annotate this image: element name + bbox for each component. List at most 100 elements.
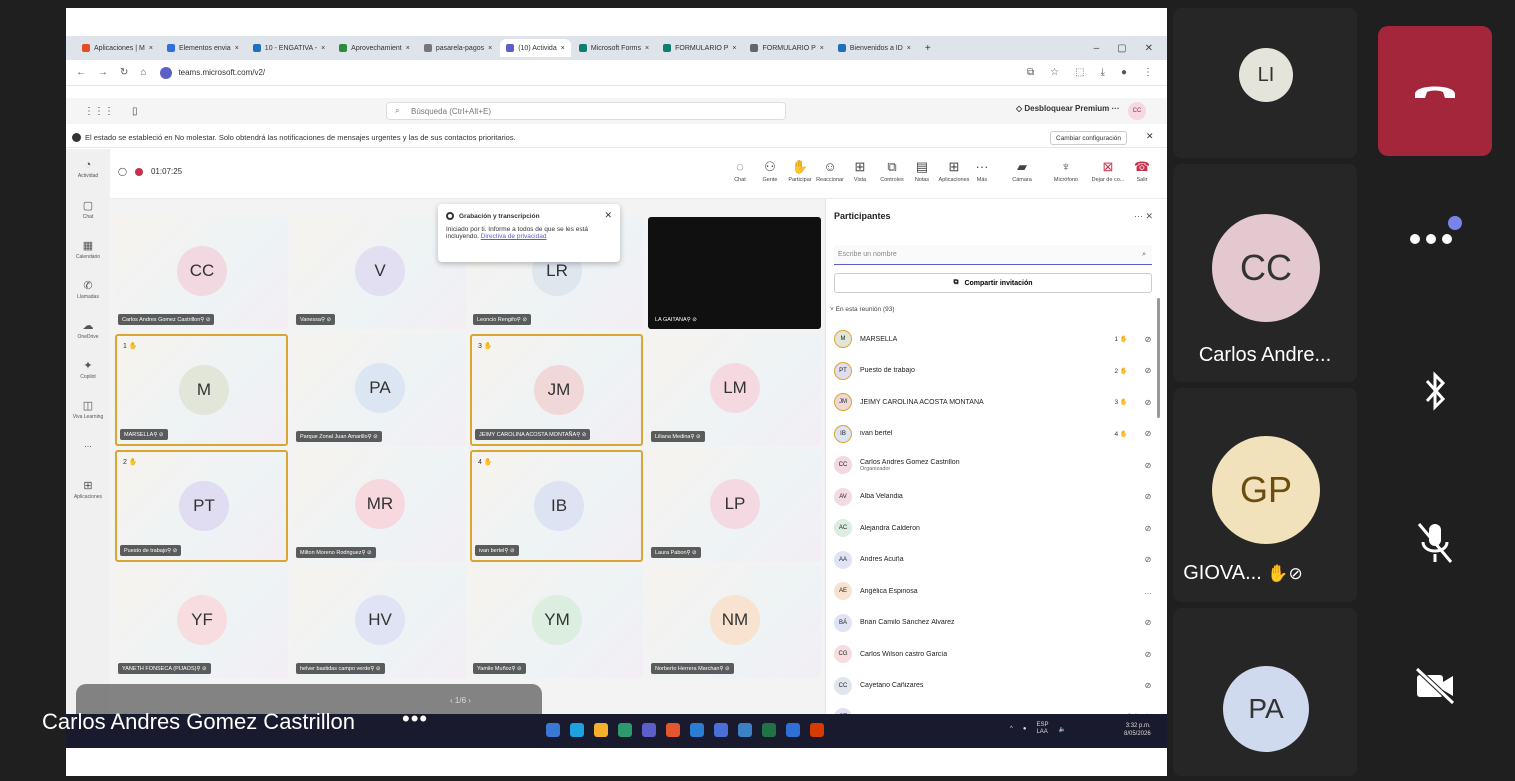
download-icon[interactable]: ⤓ bbox=[1101, 67, 1105, 78]
teams-search-input[interactable]: ⌕ Búsqueda (Ctrl+Alt+E) bbox=[386, 102, 786, 120]
change-settings-button[interactable]: Cambiar configuración bbox=[1050, 131, 1128, 145]
rail-item-chat[interactable]: ▢ Chat bbox=[66, 189, 110, 229]
url-field[interactable]: teams.microsoft.com/v2/ bbox=[160, 66, 265, 79]
excel-icon[interactable] bbox=[762, 723, 776, 737]
close-icon[interactable]: × bbox=[406, 45, 410, 52]
ellipsis-icon[interactable]: ••• bbox=[402, 706, 428, 732]
share-invite-button[interactable]: ⧉ Compartir invitación bbox=[834, 273, 1152, 293]
leave-button[interactable]: ☎ Salir bbox=[1122, 159, 1162, 183]
video-tile[interactable]: MR Milton Moreno Rodriguez ⚲ ⊘ bbox=[293, 450, 466, 562]
mute-button[interactable] bbox=[1378, 478, 1492, 608]
page-indicator[interactable]: ‹ 1/6 › bbox=[450, 696, 471, 705]
close-icon[interactable]: × bbox=[820, 45, 824, 52]
participant-row[interactable]: CC Carlos Andres Gomez Castrillon Organiza… bbox=[834, 450, 1156, 480]
participant-row[interactable]: JM JEIMY CAROLINA ACOSTA MONTAÑA 3 ✋ ⊘ bbox=[834, 387, 1156, 417]
taskbar-app-icon[interactable] bbox=[738, 723, 752, 737]
video-tile[interactable]: PT 2 ✋ Puesto de trabajo ⚲ ⊘ bbox=[115, 450, 288, 562]
home-icon[interactable]: ⌂ bbox=[140, 67, 146, 78]
premium-button[interactable]: ◇ Desbloquear Premium ··· bbox=[1016, 104, 1120, 113]
privacy-link[interactable]: Directiva de privacidad bbox=[481, 233, 547, 240]
participant-search-input[interactable]: Escribe un nombre ⌕ bbox=[834, 245, 1152, 265]
browser-tab[interactable]: pasarela-pagos × bbox=[418, 39, 498, 57]
camera-button[interactable]: ▰ Cámara bbox=[1002, 159, 1042, 183]
video-tile[interactable]: IB 4 ✋ ivan bertel ⚲ ⊘ bbox=[470, 450, 643, 562]
video-tile[interactable]: LP Laura Pabon ⚲ ⊘ bbox=[648, 450, 821, 562]
video-tile[interactable]: NM Norberto Herrera Marchan ⚲ ⊘ bbox=[648, 566, 821, 678]
maximize-icon[interactable]: ▢ bbox=[1117, 43, 1126, 54]
participant-row[interactable]: AA Andres Acuña ⊘ bbox=[834, 545, 1156, 575]
browser-tab[interactable]: 10 - ENGATIVA - × bbox=[247, 39, 331, 57]
close-icon[interactable]: × bbox=[907, 45, 911, 52]
browser-tab[interactable]: FORMULARIO P × bbox=[744, 39, 829, 57]
close-window-icon[interactable]: ✕ bbox=[1145, 43, 1153, 54]
close-icon[interactable]: × bbox=[321, 45, 325, 52]
rail-item-apps[interactable]: ⊞ Aplicaciones bbox=[66, 469, 110, 509]
kebab-icon[interactable]: ⋮ bbox=[1143, 67, 1153, 78]
video-tile[interactable]: PA Parque Zonal Juan Amarillo ⚲ ⊘ bbox=[293, 334, 466, 446]
pdf-icon[interactable] bbox=[810, 723, 824, 737]
taskbar-app-icon[interactable] bbox=[570, 723, 584, 737]
end-call-button[interactable] bbox=[1378, 26, 1492, 156]
taskbar-app-icon[interactable] bbox=[618, 723, 632, 737]
browser-tab-active[interactable]: (10) Activida × bbox=[500, 39, 571, 57]
video-tile[interactable]: YF YANETH FONSECA (PIJAOS) ⚲ ⊘ bbox=[115, 566, 288, 678]
taskbar-app-icon[interactable] bbox=[546, 723, 560, 737]
rail-item-viva-learning[interactable]: ◫ Viva Learning bbox=[66, 389, 110, 429]
close-icon[interactable]: × bbox=[488, 45, 492, 52]
sidebar-toggle-icon[interactable]: ▯ bbox=[132, 106, 138, 117]
reload-icon[interactable]: ↻ bbox=[120, 67, 128, 78]
close-icon[interactable]: × bbox=[561, 45, 565, 52]
participant-row[interactable]: BÁ Brian Camilo Sánchez Álvarez ⊘ bbox=[834, 608, 1156, 638]
chrome-icon[interactable] bbox=[666, 723, 680, 737]
close-icon[interactable]: ✕ bbox=[604, 210, 612, 221]
forward-icon[interactable]: → bbox=[98, 67, 108, 78]
participant-row[interactable]: AC Alejandra Calderon ⊘ bbox=[834, 513, 1156, 543]
video-tile[interactable]: M 1 ✋ MARSELLA ⚲ ⊘ bbox=[115, 334, 288, 446]
new-tab-icon[interactable]: + bbox=[925, 43, 931, 54]
rail-item-onedrive[interactable]: ☁ OneDrive bbox=[66, 309, 110, 349]
ellipsis-icon[interactable]: ... bbox=[1140, 587, 1156, 596]
close-icon[interactable]: × bbox=[732, 45, 736, 52]
close-icon[interactable]: ··· ✕ bbox=[1134, 211, 1153, 222]
bluetooth-button[interactable] bbox=[1378, 326, 1492, 456]
video-tile[interactable]: LM Liliana Medina ⚲ ⊘ bbox=[648, 334, 821, 446]
video-tile[interactable]: YM Yamile Muñoz ⚲ ⊘ bbox=[470, 566, 643, 678]
folder-icon[interactable] bbox=[594, 723, 608, 737]
gallery-tile[interactable]: CC Carlos Andre... bbox=[1173, 164, 1357, 382]
more-options-button[interactable] bbox=[1378, 168, 1492, 298]
app-launcher-icon[interactable]: ⋮⋮⋮ bbox=[84, 106, 114, 117]
more-button[interactable]: ··· Más bbox=[962, 159, 1002, 183]
close-icon[interactable]: ✕ bbox=[1146, 131, 1154, 142]
browser-tab[interactable]: Aprovechamient × bbox=[333, 39, 416, 57]
participant-row[interactable]: AV Alba Velandia ⊘ bbox=[834, 482, 1156, 512]
browser-tab[interactable]: FORMULARIO P × bbox=[657, 39, 742, 57]
gallery-tile[interactable]: LI bbox=[1173, 8, 1357, 158]
participant-row[interactable]: IB ivan bertel 4 ✋ ⊘ bbox=[834, 419, 1156, 449]
extensions-icon[interactable]: ⬚ bbox=[1075, 67, 1084, 78]
rail-item-copilot[interactable]: ✦ Copilot bbox=[66, 349, 110, 389]
taskbar-app-icon[interactable] bbox=[786, 723, 800, 737]
participant-row[interactable]: CG Carlos Wilson castro García ⊘ bbox=[834, 639, 1156, 669]
back-icon[interactable]: ← bbox=[76, 67, 86, 78]
camera-button[interactable] bbox=[1378, 620, 1492, 750]
profile-icon[interactable]: ● bbox=[1121, 67, 1127, 78]
video-tile[interactable]: HV helver bastidas campo verde ⚲ ⊘ bbox=[293, 566, 466, 678]
minimize-icon[interactable]: – bbox=[1094, 43, 1100, 54]
video-tile[interactable]: JM 3 ✋ JEIMY CAROLINA ACOSTA MONTAÑA ⚲ ⊘ bbox=[470, 334, 643, 446]
participant-scrollbar[interactable] bbox=[1157, 298, 1160, 418]
browser-tab[interactable]: Aplicaciones | M × bbox=[76, 39, 159, 57]
gallery-tile[interactable]: PA bbox=[1173, 608, 1357, 776]
taskbar-app-icon[interactable] bbox=[714, 723, 728, 737]
browser-tab[interactable]: Microsoft Forms × bbox=[573, 39, 655, 57]
browser-tab[interactable]: Bienvenidos a ID × bbox=[832, 39, 917, 57]
cast-icon[interactable]: ⧉ bbox=[1027, 67, 1034, 78]
rail-item-more[interactable]: ... bbox=[66, 429, 110, 469]
close-icon[interactable]: × bbox=[149, 45, 153, 52]
rail-item-calls[interactable]: ✆ Llamadas bbox=[66, 269, 110, 309]
participant-row[interactable]: PT Puesto de trabajo 2 ✋ ⊘ bbox=[834, 356, 1156, 386]
gallery-tile[interactable]: GP GIOVA... ✋⊘ bbox=[1173, 388, 1357, 602]
language-indicator[interactable]: ESP LAA bbox=[1036, 722, 1048, 736]
word-icon[interactable] bbox=[690, 723, 704, 737]
video-tile[interactable]: LA GAITANA ⚲ ⊘ bbox=[648, 217, 821, 329]
teams-icon[interactable] bbox=[642, 723, 656, 737]
